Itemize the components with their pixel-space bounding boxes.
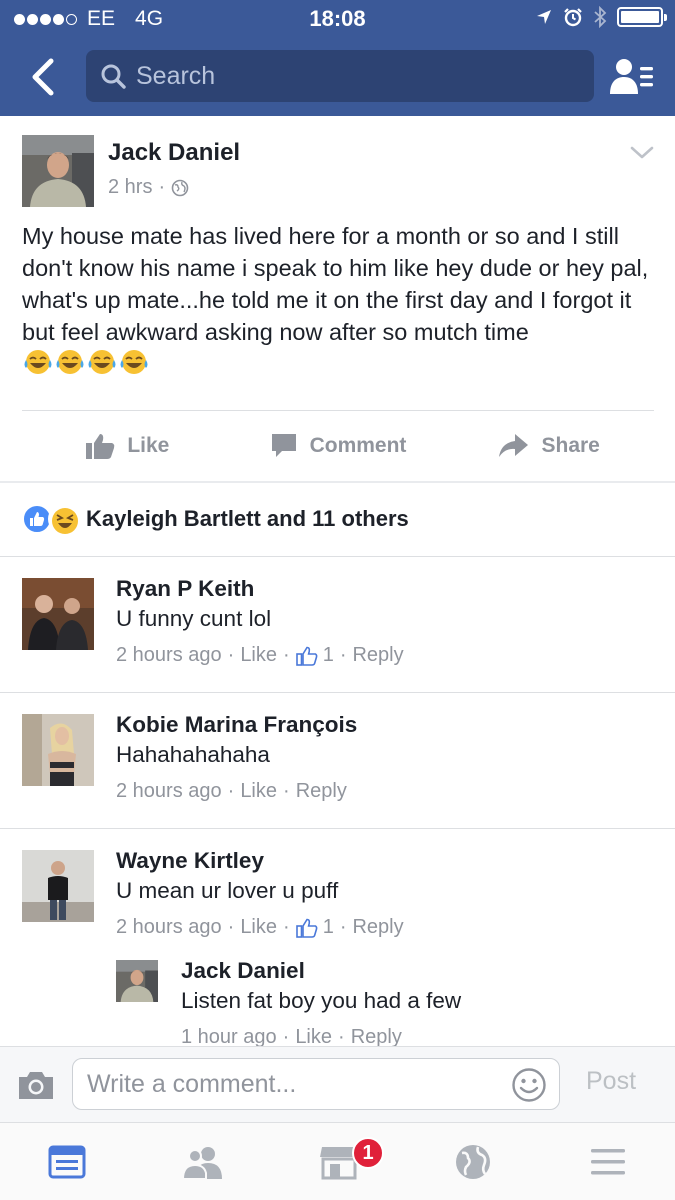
reactions-text: Kayleigh Bartlett and 11 others — [86, 506, 409, 531]
bluetooth-icon — [594, 6, 607, 28]
share-arrow-icon — [499, 434, 529, 457]
thumbs-up-outline-icon — [295, 646, 318, 666]
comment-meta: 2 hours ago · Like · 1 · Reply — [116, 644, 404, 667]
menu-icon — [591, 1149, 625, 1175]
back-chevron-icon — [32, 58, 54, 96]
meta-separator: · — [158, 176, 166, 198]
comment-author[interactable]: Ryan P Keith — [116, 576, 254, 602]
post-author-name[interactable]: Jack Daniel — [108, 139, 240, 167]
bottom-tab-bar: 1 — [0, 1122, 675, 1200]
reply-avatar[interactable] — [116, 960, 158, 1002]
location-arrow-icon — [537, 10, 551, 24]
comment-reply-link[interactable]: Reply — [352, 916, 403, 939]
emoji-picker-button[interactable] — [511, 1067, 547, 1103]
like-label: Like — [127, 434, 170, 457]
comment-meta: 2 hours ago · Like · Reply — [116, 780, 347, 803]
news-feed-icon — [48, 1145, 86, 1179]
comment-like-link[interactable]: Like — [240, 644, 277, 667]
camera-button[interactable] — [16, 1065, 56, 1105]
post-author-avatar[interactable] — [22, 135, 94, 207]
like-button[interactable]: Like — [22, 412, 233, 480]
meta-separator: · — [227, 644, 235, 666]
reactions-summary[interactable]: Kayleigh Bartlett and 11 others — [22, 500, 409, 538]
back-button[interactable] — [22, 54, 62, 100]
post-text: My house mate has lived here for a month… — [22, 223, 649, 345]
comment-like-count: 1 — [322, 916, 334, 938]
haha-reaction-icon — [48, 504, 78, 534]
battery-icon — [617, 7, 667, 27]
comment-input-placeholder: Write a comment... — [87, 1069, 297, 1098]
section-divider — [0, 481, 675, 483]
globe-icon — [171, 179, 189, 196]
comment-button[interactable]: Comment — [233, 412, 444, 480]
comment-meta: 2 hours ago · Like · 1 · Reply — [116, 916, 404, 939]
tears-of-joy-emojis — [22, 350, 150, 378]
search-placeholder: Search — [136, 61, 216, 90]
post-actions: Like Comment Share — [22, 412, 654, 480]
status-bar: EE 4G 18:08 — [0, 0, 675, 36]
meta-separator: · — [339, 644, 347, 666]
tab-notifications[interactable] — [448, 1141, 498, 1183]
comment-composer: Write a comment... Post — [0, 1046, 675, 1122]
share-button[interactable]: Share — [443, 412, 654, 480]
tears-of-joy-emoji-icon — [24, 350, 52, 374]
meta-separator: · — [283, 916, 290, 938]
comment-author[interactable]: Kobie Marina François — [116, 712, 357, 738]
friend-requests-icon — [610, 59, 653, 94]
thumbs-up-icon — [86, 434, 115, 459]
friends-icon — [182, 1147, 222, 1179]
meta-separator: · — [227, 780, 235, 802]
comment-input[interactable]: Write a comment... — [72, 1058, 560, 1110]
notifications-globe-icon — [456, 1145, 490, 1179]
comment-author[interactable]: Wayne Kirtley — [116, 848, 264, 874]
post-meta: 2 hrs · — [108, 176, 189, 199]
reply-text: Listen fat boy you had a few — [181, 988, 462, 1013]
reply-author[interactable]: Jack Daniel — [181, 958, 305, 984]
divider — [0, 828, 675, 829]
smiley-icon — [512, 1068, 546, 1102]
divider — [0, 556, 675, 557]
marketplace-badge: 1 — [352, 1137, 384, 1169]
comment-text: U mean ur lover u puff — [116, 878, 339, 903]
comment-text: U funny cunt lol — [116, 606, 272, 631]
post-button[interactable]: Post — [586, 1067, 636, 1096]
tab-menu[interactable] — [583, 1141, 633, 1183]
top-bar: EE 4G 18:08 Search — [0, 0, 675, 116]
comment-avatar[interactable] — [22, 714, 94, 786]
search-icon — [101, 64, 126, 89]
divider — [0, 692, 675, 693]
post-body: My house mate has lived here for a month… — [22, 220, 654, 381]
tab-friends[interactable] — [178, 1141, 228, 1183]
comment-text: Hahahahahaha — [116, 742, 270, 767]
thumbs-up-outline-icon — [295, 918, 318, 938]
search-input[interactable]: Search — [86, 50, 594, 102]
tears-of-joy-emoji-icon — [56, 350, 84, 374]
tears-of-joy-emoji-icon — [120, 350, 148, 374]
tab-news-feed[interactable] — [42, 1141, 92, 1183]
comment-avatar[interactable] — [22, 578, 94, 650]
post-time[interactable]: 2 hrs — [108, 176, 152, 199]
comment-time: 2 hours ago — [116, 916, 222, 938]
comment-reply-link[interactable]: Reply — [352, 644, 403, 667]
comment-time: 2 hours ago — [116, 644, 222, 666]
post-options-chevron-icon[interactable] — [628, 140, 656, 164]
meta-separator: · — [283, 780, 290, 802]
comment-like-count: 1 — [322, 644, 334, 666]
comment-reply-link[interactable]: Reply — [296, 780, 347, 803]
meta-separator: · — [283, 644, 290, 666]
comment-like-link[interactable]: Like — [240, 916, 277, 939]
divider — [22, 410, 654, 411]
share-label: Share — [541, 434, 600, 457]
meta-separator: · — [227, 916, 235, 938]
camera-icon — [19, 1072, 53, 1099]
alarm-icon — [564, 8, 582, 27]
friend-requests-button[interactable] — [606, 52, 658, 100]
comment-time: 2 hours ago — [116, 780, 222, 802]
comment-bubble-icon — [271, 434, 296, 457]
comment-label: Comment — [309, 434, 407, 457]
tears-of-joy-emoji-icon — [88, 350, 116, 374]
comment-avatar[interactable] — [22, 850, 94, 922]
meta-separator: · — [339, 916, 347, 938]
comment-like-link[interactable]: Like — [240, 780, 277, 803]
